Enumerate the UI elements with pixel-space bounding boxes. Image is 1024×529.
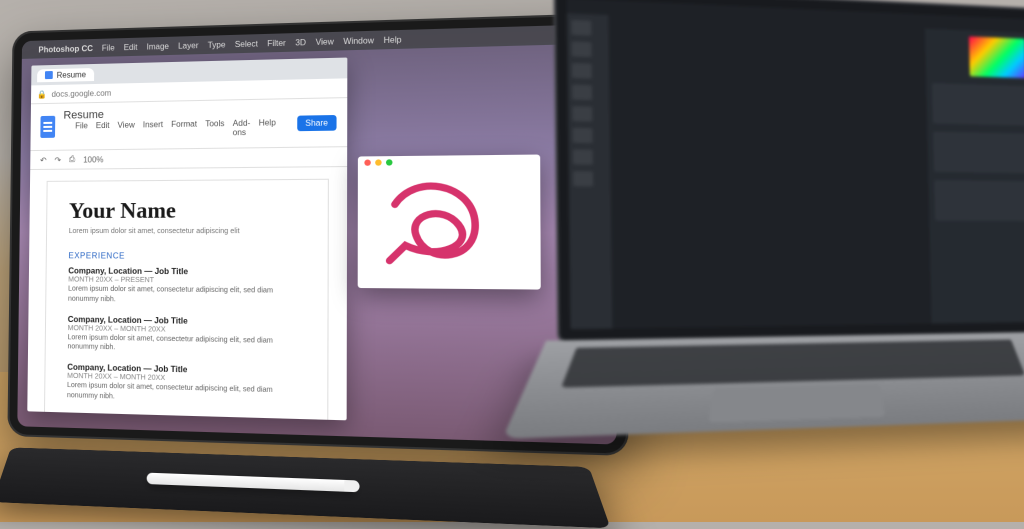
menu-type[interactable]: Type xyxy=(208,40,226,50)
docs-toolbar[interactable]: ↶ ↷ ⎙ 100% xyxy=(30,146,347,170)
tool-icon[interactable] xyxy=(573,149,593,164)
zoom-icon[interactable] xyxy=(386,159,393,165)
mac-menubar[interactable]: Photoshop CC File Edit Image Layer Type … xyxy=(22,24,614,59)
section-experience: EXPERIENCE xyxy=(68,251,304,261)
menu-help[interactable]: Help xyxy=(384,35,402,45)
drawing-canvas[interactable] xyxy=(369,168,530,278)
docs-menu-addons[interactable]: Add-ons xyxy=(233,119,251,138)
tab-title: Resume xyxy=(57,70,86,80)
macbook-keyboard-deck xyxy=(502,332,1024,439)
undo-icon[interactable]: ↶ xyxy=(40,155,47,164)
entry-body: Lorem ipsum dolor sit amet, consectetur … xyxy=(67,381,304,407)
macbook-device xyxy=(542,0,1024,510)
docs-menu-file[interactable]: File xyxy=(75,121,88,139)
redo-icon[interactable]: ↷ xyxy=(54,155,61,164)
photoshop-toolbar[interactable] xyxy=(567,13,612,329)
menu-file[interactable]: File xyxy=(102,43,115,52)
tool-icon[interactable] xyxy=(573,171,593,186)
color-picker[interactable] xyxy=(969,36,1024,78)
macbook-screen xyxy=(567,0,1024,329)
minimize-icon[interactable] xyxy=(375,159,382,165)
artwork-window[interactable] xyxy=(358,154,541,289)
google-docs-logo-icon[interactable] xyxy=(40,116,55,138)
experience-entry: Company, Location — Job Title MONTH 20XX… xyxy=(68,266,304,307)
share-button[interactable]: Share xyxy=(297,114,337,130)
menu-edit[interactable]: Edit xyxy=(124,42,138,51)
docs-menu-insert[interactable]: Insert xyxy=(143,120,163,139)
history-panel[interactable] xyxy=(934,180,1024,221)
document-page[interactable]: Your Name Lorem ipsum dolor sit amet, co… xyxy=(44,180,328,421)
menubar-app[interactable]: Photoshop CC xyxy=(38,44,93,54)
docs-menu-view[interactable]: View xyxy=(117,120,134,138)
properties-panel[interactable] xyxy=(933,131,1024,173)
docs-menu-edit[interactable]: Edit xyxy=(96,121,110,139)
photoshop-panels[interactable] xyxy=(925,29,1024,324)
section-education: EDUCATION xyxy=(67,417,304,420)
menu-filter[interactable]: Filter xyxy=(267,38,286,48)
tool-icon[interactable] xyxy=(572,41,592,57)
menu-view[interactable]: View xyxy=(316,37,334,47)
url-text: docs.google.com xyxy=(52,88,112,98)
experience-entry: Company, Location — Job Title MONTH 20XX… xyxy=(67,363,304,408)
tool-icon[interactable] xyxy=(572,84,592,100)
tool-icon[interactable] xyxy=(573,128,593,144)
tool-icon[interactable] xyxy=(571,20,591,36)
resume-name: Your Name xyxy=(69,197,305,224)
trackpad[interactable] xyxy=(709,384,886,423)
docs-menu-bar: File Edit View Insert Format Tools Add-o… xyxy=(63,118,288,144)
tool-icon[interactable] xyxy=(572,63,592,79)
browser-tab[interactable]: Resume xyxy=(37,67,94,81)
zoom-select[interactable]: 100% xyxy=(83,155,103,164)
docs-menu-format[interactable]: Format xyxy=(171,119,197,138)
layers-panel[interactable] xyxy=(932,83,1024,126)
keyboard[interactable] xyxy=(561,339,1024,387)
ipad-device: Photoshop CC File Edit Image Layer Type … xyxy=(7,13,605,449)
lock-icon: 🔒 xyxy=(37,90,47,99)
menu-window[interactable]: Window xyxy=(343,35,374,45)
print-icon[interactable]: ⎙ xyxy=(69,155,75,165)
close-icon[interactable] xyxy=(364,159,370,165)
experience-entry: Company, Location — Job Title MONTH 20XX… xyxy=(67,314,304,357)
docs-favicon-icon xyxy=(45,71,53,79)
google-docs-window: Resume 🔒 docs.google.com Resume File Edi… xyxy=(27,58,347,421)
docs-menu-help[interactable]: Help xyxy=(259,118,276,137)
entry-body: Lorem ipsum dolor sit amet, consectetur … xyxy=(68,285,304,308)
menu-3d[interactable]: 3D xyxy=(295,37,306,47)
entry-heading: Company, Location — Job Title xyxy=(68,266,304,277)
menu-layer[interactable]: Layer xyxy=(178,40,198,50)
resume-tagline: Lorem ipsum dolor sit amet, consectetur … xyxy=(69,228,305,235)
docs-menu-tools[interactable]: Tools xyxy=(205,119,224,138)
entry-body: Lorem ipsum dolor sit amet, consectetur … xyxy=(67,333,304,357)
tool-icon[interactable] xyxy=(572,106,592,122)
menu-image[interactable]: Image xyxy=(146,41,169,51)
menu-select[interactable]: Select xyxy=(235,39,258,49)
